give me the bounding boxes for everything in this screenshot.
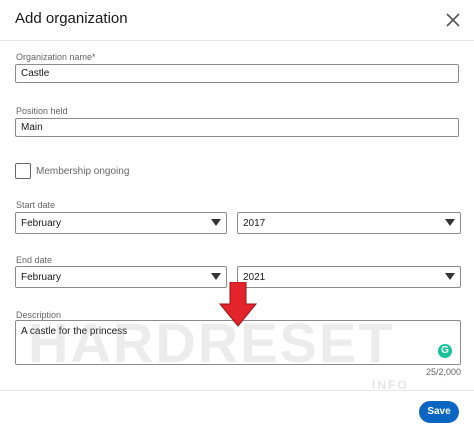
end-month-value: February	[21, 272, 62, 283]
chevron-down-icon	[445, 273, 455, 280]
position-input[interactable]: Main	[15, 118, 459, 137]
position-label: Position held	[16, 106, 68, 116]
dialog-title: Add organization	[15, 10, 128, 27]
start-year-select[interactable]: 2017	[237, 212, 461, 234]
description-value: A castle for the princess	[21, 326, 128, 337]
character-counter: 25/2,000	[425, 367, 461, 377]
start-month-value: February	[21, 218, 62, 229]
dialog-footer: Save	[0, 390, 474, 430]
end-year-value: 2021	[243, 272, 266, 283]
description-label: Description	[16, 310, 62, 320]
grammarly-icon[interactable]: G	[438, 344, 452, 358]
chevron-down-icon	[211, 219, 221, 226]
end-year-select[interactable]: 2021	[237, 266, 461, 288]
org-name-label: Organization name*	[16, 52, 96, 62]
description-textarea[interactable]: A castle for the princess G	[15, 320, 461, 365]
close-icon	[446, 13, 460, 27]
save-button[interactable]: Save	[419, 401, 459, 423]
dialog-header: Add organization	[0, 0, 474, 41]
close-button[interactable]	[442, 9, 464, 31]
add-organization-dialog: Add organization Organization name* Cast…	[0, 0, 474, 429]
chevron-down-icon	[211, 273, 221, 280]
start-date-label: Start date	[16, 200, 56, 210]
membership-checkbox[interactable]	[15, 163, 31, 179]
membership-label: Membership ongoing	[36, 166, 130, 177]
start-year-value: 2017	[243, 218, 266, 229]
org-name-input[interactable]: Castle	[15, 64, 459, 83]
end-month-select[interactable]: February	[15, 266, 227, 288]
start-month-select[interactable]: February	[15, 212, 227, 234]
end-date-label: End date	[16, 255, 53, 265]
chevron-down-icon	[445, 219, 455, 226]
